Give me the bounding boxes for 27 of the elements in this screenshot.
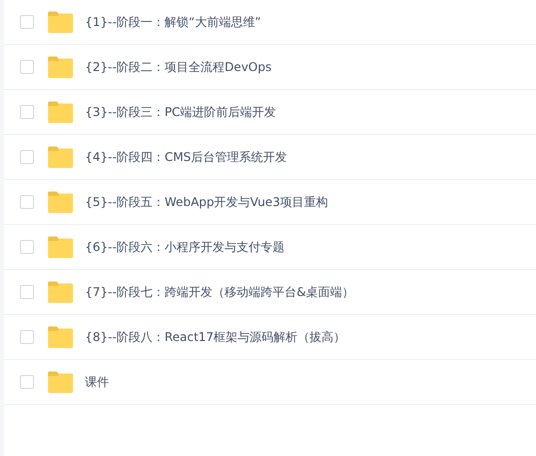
folder-icon xyxy=(47,56,74,78)
folder-name[interactable]: {7}--阶段七：跨端开发（移动端跨平台&桌面端） xyxy=(85,283,354,301)
checkbox[interactable] xyxy=(20,15,34,29)
folder-name[interactable]: {2}--阶段二：项目全流程DevOps xyxy=(85,58,272,76)
folder-name[interactable]: {4}--阶段四：CMS后台管理系统开发 xyxy=(85,148,287,166)
folder-icon xyxy=(47,236,74,258)
checkbox[interactable] xyxy=(20,240,34,254)
folder-name[interactable]: {3}--阶段三：PC端进阶前后端开发 xyxy=(85,103,276,121)
folder-name[interactable]: {5}--阶段五：WebApp开发与Vue3项目重构 xyxy=(85,193,328,211)
checkbox[interactable] xyxy=(20,285,34,299)
folder-icon xyxy=(47,371,74,393)
folder-name[interactable]: 课件 xyxy=(85,373,109,391)
checkbox[interactable] xyxy=(20,60,34,74)
checkbox[interactable] xyxy=(20,105,34,119)
checkbox[interactable] xyxy=(20,375,34,389)
folder-icon xyxy=(47,101,74,123)
folder-icon xyxy=(47,11,74,33)
folder-name[interactable]: {1}--阶段一：解锁“大前端思维” xyxy=(85,13,261,31)
checkbox[interactable] xyxy=(20,150,34,164)
checkbox[interactable] xyxy=(20,330,34,344)
folder-icon xyxy=(47,191,74,213)
folder-name[interactable]: {8}--阶段八：React17框架与源码解析（拔高） xyxy=(85,328,346,346)
folder-icon xyxy=(47,326,74,348)
checkbox[interactable] xyxy=(20,195,34,209)
folder-icon xyxy=(47,281,74,303)
folder-icon xyxy=(47,146,74,168)
folder-name[interactable]: {6}--阶段六：小程序开发与支付专题 xyxy=(85,238,285,256)
